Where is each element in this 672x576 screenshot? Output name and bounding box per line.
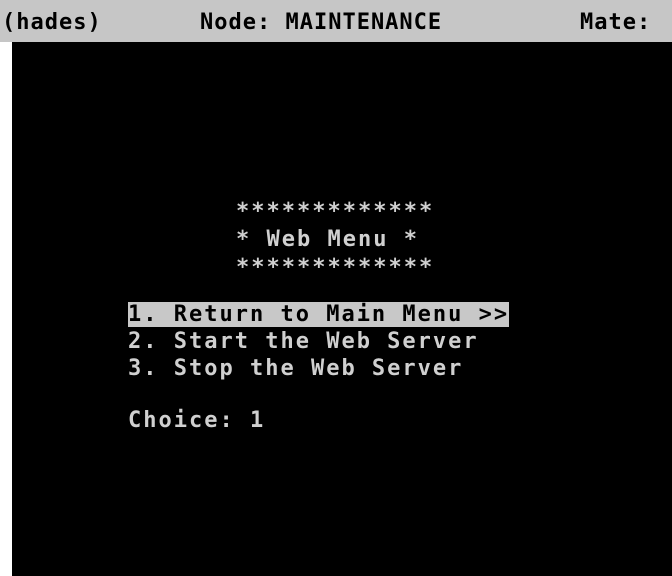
menu-item-start-web-server[interactable]: 2. Start the Web Server xyxy=(128,329,479,355)
menu-item-label: Return to Main Menu >> xyxy=(173,302,510,327)
menu-title: * Web Menu * xyxy=(236,227,419,252)
menu-item-label: Start the Web Server xyxy=(173,329,479,354)
banner-border-top: ************* xyxy=(236,199,435,224)
choice-input[interactable]: 1 xyxy=(250,408,265,433)
menu-item-number: 1. xyxy=(128,302,159,327)
choice-label: Choice: xyxy=(128,408,235,433)
status-node: Node: MAINTENANCE xyxy=(200,10,443,35)
menu-item-stop-web-server[interactable]: 3. Stop the Web Server xyxy=(128,356,463,382)
terminal-area[interactable]: ************* * Web Menu * *************… xyxy=(12,0,672,576)
status-mate: Mate: xyxy=(580,10,652,35)
menu-item-number: 2. xyxy=(128,329,159,354)
banner-border-bottom: ************* xyxy=(236,255,435,280)
choice-prompt[interactable]: Choice: 1 xyxy=(128,408,265,434)
menu-item-return-to-main-menu[interactable]: 1. Return to Main Menu >> xyxy=(128,302,510,328)
menu-item-label: Stop the Web Server xyxy=(173,356,464,381)
status-bar: (hades) Node: MAINTENANCE Mate: xyxy=(0,0,672,42)
status-user: (hades) xyxy=(2,10,102,35)
menu-item-number: 3. xyxy=(128,356,159,381)
console-window: ************* * Web Menu * *************… xyxy=(0,0,672,576)
